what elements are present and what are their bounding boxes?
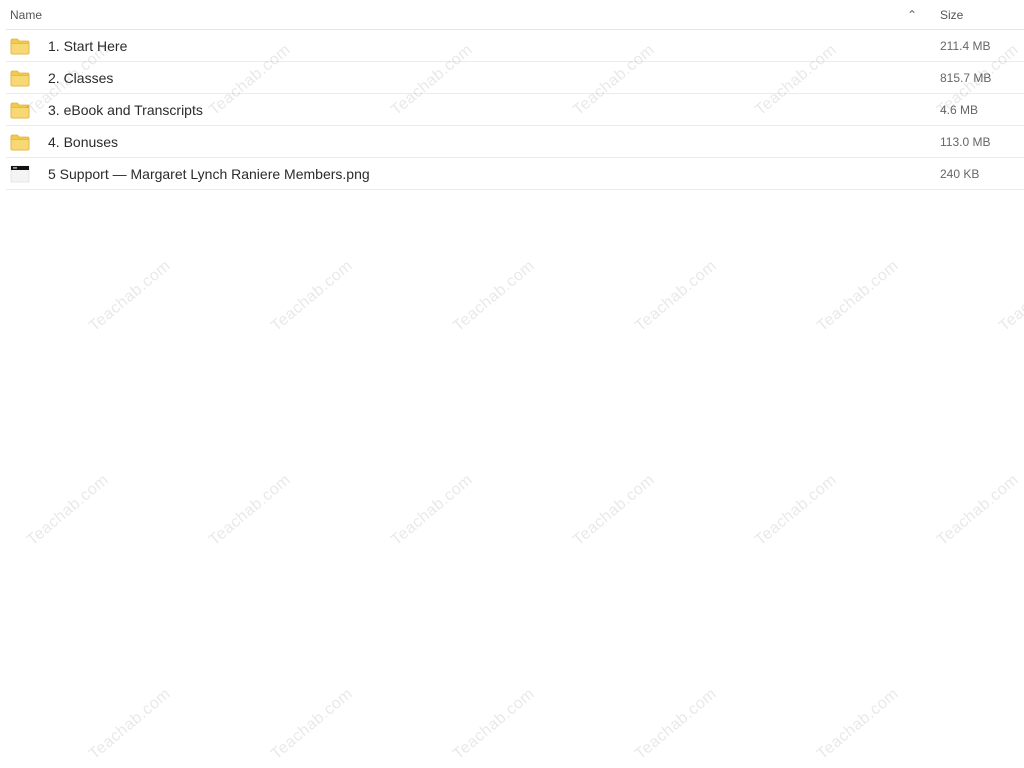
watermark: Teachab.com bbox=[752, 471, 841, 550]
watermark: Teachab.com bbox=[24, 471, 113, 550]
watermark: Teachab.com bbox=[632, 685, 721, 764]
file-name: 4. Bonuses bbox=[48, 133, 119, 150]
file-size: 211.4 MB bbox=[940, 38, 991, 53]
watermark: Teachab.com bbox=[996, 257, 1024, 336]
watermark: Teachab.com bbox=[388, 471, 477, 550]
folder-icon bbox=[6, 133, 48, 151]
file-list: Name ⌃ Size 1. Start Here 211.4 MB 2. Cl… bbox=[6, 0, 1024, 190]
size-column-header[interactable]: Size bbox=[924, 8, 1024, 22]
chevron-up-icon[interactable]: ⌃ bbox=[900, 8, 924, 22]
watermark: Teachab.com bbox=[86, 685, 175, 764]
table-row[interactable]: 3. eBook and Transcripts 4.6 MB bbox=[6, 94, 1024, 126]
table-row[interactable]: 1. Start Here 211.4 MB bbox=[6, 30, 1024, 62]
watermark: Teachab.com bbox=[814, 685, 903, 764]
folder-icon bbox=[6, 69, 48, 87]
file-name: 2. Classes bbox=[48, 69, 114, 86]
file-size: 113.0 MB bbox=[940, 134, 991, 149]
file-name: 5 Support — Margaret Lynch Raniere Membe… bbox=[48, 165, 370, 182]
watermark: Teachab.com bbox=[86, 257, 175, 336]
table-row[interactable]: 2. Classes 815.7 MB bbox=[6, 62, 1024, 94]
file-name: 1. Start Here bbox=[48, 37, 128, 54]
file-browser: Name ⌃ Size 1. Start Here 211.4 MB 2. Cl… bbox=[0, 0, 1024, 768]
watermark: Teachab.com bbox=[268, 257, 357, 336]
size-header-label: Size bbox=[940, 7, 964, 22]
folder-icon bbox=[6, 101, 48, 119]
watermark: Teachab.com bbox=[206, 471, 295, 550]
file-name: 3. eBook and Transcripts bbox=[48, 101, 203, 118]
file-size: 815.7 MB bbox=[940, 70, 992, 85]
watermark: Teachab.com bbox=[450, 685, 539, 764]
list-header: Name ⌃ Size bbox=[6, 0, 1024, 30]
table-row[interactable]: 5 Support — Margaret Lynch Raniere Membe… bbox=[6, 158, 1024, 190]
folder-icon bbox=[6, 37, 48, 55]
watermark: Teachab.com bbox=[450, 257, 539, 336]
watermark: Teachab.com bbox=[632, 257, 721, 336]
name-header-label: Name bbox=[10, 7, 43, 22]
watermark: Teachab.com bbox=[814, 257, 903, 336]
watermark: Teachab.com bbox=[268, 685, 357, 764]
image-file-icon bbox=[6, 165, 48, 183]
watermark: Teachab.com bbox=[934, 471, 1023, 550]
name-column-header[interactable]: Name ⌃ bbox=[6, 8, 924, 22]
table-row[interactable]: 4. Bonuses 113.0 MB bbox=[6, 126, 1024, 158]
file-size: 240 KB bbox=[940, 166, 980, 181]
file-size: 4.6 MB bbox=[940, 102, 979, 117]
watermark: Teachab.com bbox=[570, 471, 659, 550]
